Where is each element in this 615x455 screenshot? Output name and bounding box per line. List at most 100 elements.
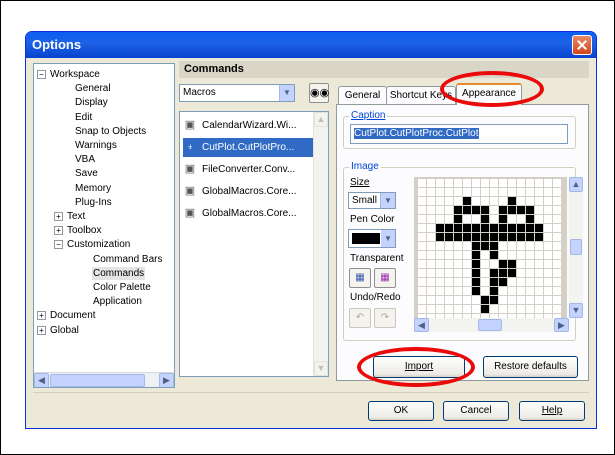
pixel-cell[interactable] — [445, 296, 453, 304]
pixel-cell[interactable] — [445, 287, 453, 295]
collapse-icon[interactable]: − — [37, 70, 46, 79]
pixel-cell[interactable] — [427, 251, 435, 259]
pixel-cell[interactable] — [445, 188, 453, 196]
pixel-cell[interactable] — [454, 233, 462, 241]
pixel-cell[interactable] — [463, 260, 471, 268]
pixel-cell[interactable] — [463, 206, 471, 214]
tab-general[interactable]: General — [338, 86, 387, 104]
pixel-cell[interactable] — [436, 260, 444, 268]
pixel-cell[interactable] — [454, 206, 462, 214]
pixel-cell[interactable] — [454, 278, 462, 286]
pixel-cell[interactable] — [427, 305, 435, 313]
pixel-cell[interactable] — [535, 206, 543, 214]
pixel-cell[interactable] — [445, 179, 453, 187]
pixel-cell[interactable] — [544, 287, 552, 295]
pixel-cell[interactable] — [454, 251, 462, 259]
pixel-cell[interactable] — [481, 287, 489, 295]
pixel-cell[interactable] — [517, 305, 525, 313]
pixel-cell[interactable] — [526, 233, 534, 241]
pixel-cell[interactable] — [418, 296, 426, 304]
pixel-cell[interactable] — [418, 206, 426, 214]
pixel-cell[interactable] — [544, 278, 552, 286]
pixel-cell[interactable] — [535, 224, 543, 232]
pixel-cell[interactable] — [535, 188, 543, 196]
pixel-cell[interactable] — [535, 233, 543, 241]
pixel-cell[interactable] — [490, 287, 498, 295]
pixel-cell[interactable] — [445, 242, 453, 250]
pixel-cell[interactable] — [427, 296, 435, 304]
pixel-cell[interactable] — [481, 179, 489, 187]
command-list[interactable]: ▣ CalendarWizard.Wi... ⍖ CutPlot.CutPlotPro… — [179, 111, 329, 377]
pixel-cell[interactable] — [499, 179, 507, 187]
pixel-cell[interactable] — [544, 233, 552, 241]
pixel-cell[interactable] — [544, 269, 552, 277]
pixel-cell[interactable] — [535, 305, 543, 313]
pixel-cell[interactable] — [454, 305, 462, 313]
pixel-cell[interactable] — [508, 206, 516, 214]
pixel-cell[interactable] — [427, 179, 435, 187]
pixel-cell[interactable] — [481, 269, 489, 277]
scroll-right-icon[interactable]: ▶ — [159, 373, 174, 387]
pixel-cell[interactable] — [463, 269, 471, 277]
pixel-cell[interactable] — [454, 242, 462, 250]
pixel-cell[interactable] — [418, 251, 426, 259]
size-combo[interactable]: Small ▼ — [348, 192, 396, 209]
pixel-cell[interactable] — [463, 305, 471, 313]
pixel-cell[interactable] — [553, 215, 561, 223]
pixel-cell[interactable] — [544, 206, 552, 214]
caption-input[interactable]: CutPlot.CutPlotProc.CutPlot — [350, 124, 568, 144]
pixel-cell[interactable] — [463, 296, 471, 304]
scroll-up-icon[interactable]: ▲ — [569, 177, 583, 192]
pixel-cell[interactable] — [472, 224, 480, 232]
pixel-cell[interactable] — [544, 179, 552, 187]
pixel-cell[interactable] — [454, 215, 462, 223]
pixel-cell[interactable] — [526, 179, 534, 187]
pixel-cell[interactable] — [553, 233, 561, 241]
scroll-thumb[interactable] — [570, 239, 582, 255]
pixel-cell[interactable] — [544, 197, 552, 205]
pixel-cell[interactable] — [499, 287, 507, 295]
pixel-cell[interactable] — [526, 296, 534, 304]
options-tree[interactable]: − Workspace General Display Edit Snap to Obje… — [33, 63, 175, 388]
pixel-cell[interactable] — [544, 251, 552, 259]
pixel-cell[interactable] — [445, 215, 453, 223]
pixel-cell[interactable] — [508, 188, 516, 196]
pixel-cell[interactable] — [445, 206, 453, 214]
pixel-cell[interactable] — [517, 215, 525, 223]
pixel-cell[interactable] — [472, 296, 480, 304]
pixel-cell[interactable] — [481, 242, 489, 250]
pixel-cell[interactable] — [481, 278, 489, 286]
pixel-cell[interactable] — [490, 206, 498, 214]
chevron-down-icon[interactable]: ▼ — [279, 85, 294, 101]
pixel-cell[interactable] — [418, 197, 426, 205]
pixel-cell[interactable] — [472, 287, 480, 295]
pixel-cell[interactable] — [517, 206, 525, 214]
cancel-button[interactable]: Cancel — [443, 401, 509, 421]
pixel-cell[interactable] — [454, 197, 462, 205]
pixel-editor-canvas[interactable] — [414, 177, 567, 318]
pixel-cell[interactable] — [436, 206, 444, 214]
tree-horizontal-scrollbar[interactable]: ◀ ▶ — [34, 372, 174, 387]
pixel-cell[interactable] — [517, 296, 525, 304]
pixel-cell[interactable] — [535, 197, 543, 205]
pixel-cell[interactable] — [490, 296, 498, 304]
pixel-cell[interactable] — [544, 305, 552, 313]
expand-icon[interactable]: + — [54, 226, 63, 236]
pixel-cell[interactable] — [463, 287, 471, 295]
pixel-cell[interactable] — [463, 233, 471, 241]
pixel-cell[interactable] — [445, 260, 453, 268]
pixel-cell[interactable] — [544, 260, 552, 268]
pixel-cell[interactable] — [517, 269, 525, 277]
pixel-cell[interactable] — [436, 305, 444, 313]
pixel-cell[interactable] — [427, 278, 435, 286]
pixel-cell[interactable] — [553, 296, 561, 304]
pixel-cell[interactable] — [436, 233, 444, 241]
pixel-cell[interactable] — [544, 215, 552, 223]
pixel-cell[interactable] — [481, 296, 489, 304]
pixel-cell[interactable] — [490, 278, 498, 286]
pixel-cell[interactable] — [517, 233, 525, 241]
scroll-left-icon[interactable]: ◀ — [414, 318, 429, 332]
pixel-cell[interactable] — [517, 179, 525, 187]
pixel-cell[interactable] — [526, 215, 534, 223]
pixel-cell[interactable] — [526, 305, 534, 313]
